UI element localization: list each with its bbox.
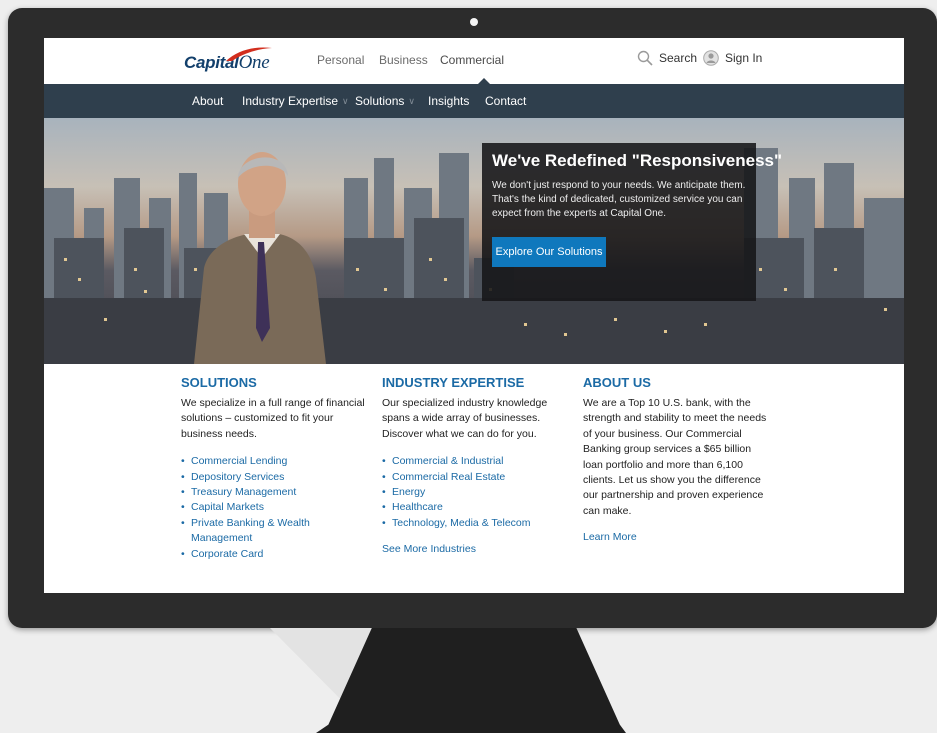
hero-banner: We've Redefined "Responsiveness" We don'… [44,118,904,364]
user-icon [703,50,719,66]
nav-about-label: About [192,94,224,108]
segment-commercial[interactable]: Commercial [440,53,504,67]
industry-link-healthcare[interactable]: Healthcare [382,500,572,516]
nav-insights-label: Insights [428,94,470,108]
solutions-heading: SOLUTIONS [181,375,257,390]
hero-title: We've Redefined "Responsiveness" [492,151,783,170]
capital-one-logo[interactable]: CapitalOne [184,47,284,74]
explore-solutions-button[interactable]: Explore Our Solutions [492,237,606,267]
nav-industry-expertise-label: Industry Expertise [242,94,339,108]
nav-solutions[interactable]: Solutions ∨ [355,94,415,108]
sign-in-button[interactable]: Sign In [703,50,762,66]
segment-personal[interactable]: Personal [317,53,364,67]
solutions-link-capital-markets[interactable]: Capital Markets [181,500,371,516]
sign-in-label: Sign In [725,51,763,65]
nav-about[interactable]: About [192,94,223,108]
about-heading: ABOUT US [583,375,651,390]
industry-link-commercial-industrial[interactable]: Commercial & Industrial [382,454,572,470]
industry-list: Commercial & Industrial Commercial Real … [382,454,572,531]
site-header: CapitalOne Personal Business Commercial … [44,38,904,84]
chevron-down-icon: ∨ [408,95,415,106]
segment-business[interactable]: Business [379,53,428,67]
search-icon [637,50,653,66]
webcam-dot [470,18,478,26]
industry-link-technology-media-telecom[interactable]: Technology, Media & Telecom [382,516,572,532]
about-intro: We are a Top 10 U.S. bank, with the stre… [583,397,767,517]
solutions-list: Commercial Lending Depository Services T… [181,454,371,562]
businessman-figure [194,152,326,364]
hero-callout: We've Redefined "Responsiveness" We don'… [482,143,782,301]
industry-link-energy[interactable]: Energy [382,485,572,501]
nav-contact[interactable]: Contact [485,94,526,108]
solutions-link-commercial-lending[interactable]: Commercial Lending [181,454,371,470]
nav-solutions-label: Solutions [355,94,405,108]
search-button[interactable]: Search [637,50,697,66]
solutions-link-corporate-card[interactable]: Corporate Card [181,547,371,563]
industry-heading: INDUSTRY EXPERTISE [382,375,525,390]
solutions-link-private-banking[interactable]: Private Banking & Wealth Management [181,516,371,547]
browser-viewport: CapitalOne Personal Business Commercial … [44,38,904,593]
solutions-column: SOLUTIONS We specialize in a full range … [181,375,371,562]
solutions-intro: We specialize in a full range of financi… [181,397,365,440]
see-more-industries-link[interactable]: See More Industries [382,543,572,555]
industry-column: INDUSTRY EXPERTISE Our specialized indus… [382,375,572,555]
industry-intro: Our specialized industry knowledge spans… [382,397,548,440]
about-column: ABOUT US We are a Top 10 U.S. bank, with… [583,375,773,543]
logo-swoosh-icon [226,47,272,61]
solutions-link-depository-services[interactable]: Depository Services [181,470,371,486]
hero-body: We don't just respond to your needs. We … [492,180,746,219]
nav-contact-label: Contact [485,94,527,108]
nav-insights[interactable]: Insights [428,94,469,108]
solutions-link-treasury-management[interactable]: Treasury Management [181,485,371,501]
chevron-down-icon: ∨ [342,95,349,106]
learn-more-link[interactable]: Learn More [583,531,773,543]
main-nav: About Industry Expertise ∨ Solutions ∨ I… [44,84,904,118]
search-label: Search [659,51,698,65]
industry-link-commercial-real-estate[interactable]: Commercial Real Estate [382,470,572,486]
nav-industry-expertise[interactable]: Industry Expertise ∨ [242,94,349,108]
